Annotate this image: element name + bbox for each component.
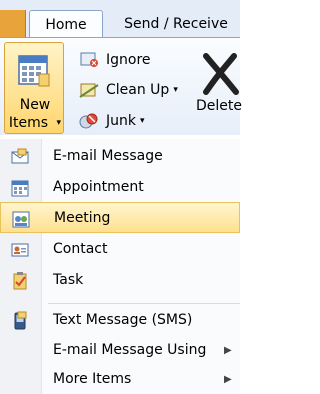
junk-icon — [79, 113, 98, 129]
email-message-icon — [11, 148, 29, 164]
ignore-label: Ignore — [106, 52, 151, 68]
clean-up-label: Clean Up ▾ — [106, 82, 178, 98]
chevron-down-icon: ▾ — [56, 118, 62, 128]
menu-item-email-message-using[interactable]: E-mail Message Using ▶ — [0, 335, 240, 366]
menu-item-label: Contact — [53, 241, 108, 257]
new-items-label-line1: New — [19, 97, 51, 113]
menu-separator — [48, 303, 240, 304]
menu-item-label: Text Message (SMS) — [53, 312, 193, 328]
menu-item-text-message[interactable]: Text Message (SMS) — [0, 305, 240, 336]
tab-home[interactable]: Home — [29, 10, 103, 38]
chevron-down-icon: ▾ — [139, 116, 145, 126]
meeting-icon — [12, 211, 30, 228]
new-items-menu: E-mail Message Appointment Meeting Conta… — [0, 139, 240, 394]
new-items-label-line2: Items ▾ — [8, 115, 62, 131]
new-items-calendar-icon — [18, 55, 50, 87]
chevron-down-icon: ▾ — [173, 85, 178, 95]
appointment-calendar-icon — [11, 180, 29, 197]
submenu-arrow-icon: ▶ — [224, 345, 232, 356]
ribbon: Home Send / Receive New Items ▾ Ignore C… — [0, 0, 242, 135]
menu-item-meeting[interactable]: Meeting — [0, 202, 240, 233]
task-clipboard-icon — [13, 272, 27, 290]
menu-item-task[interactable]: Task — [0, 265, 240, 296]
clean-up-icon — [79, 83, 99, 98]
delete-x-icon[interactable] — [200, 52, 240, 96]
contact-card-icon — [11, 243, 29, 257]
tab-send-receive[interactable]: Send / Receive — [112, 10, 240, 38]
menu-item-label: E-mail Message — [53, 148, 163, 164]
ignore-icon — [80, 52, 98, 67]
submenu-arrow-icon: ▶ — [224, 374, 232, 385]
menu-item-contact[interactable]: Contact — [0, 234, 240, 265]
junk-label: Junk ▾ — [106, 113, 145, 129]
menu-item-label: Meeting — [54, 210, 111, 226]
new-items-button[interactable]: New Items ▾ — [4, 42, 64, 134]
file-tab[interactable] — [0, 10, 26, 38]
sms-phone-icon — [14, 311, 27, 330]
menu-item-label: E-mail Message Using — [53, 342, 207, 358]
menu-item-email-message[interactable]: E-mail Message — [0, 141, 240, 172]
menu-item-appointment[interactable]: Appointment — [0, 172, 240, 203]
menu-item-label: Appointment — [53, 179, 144, 195]
menu-item-more-items[interactable]: More Items ▶ — [0, 364, 240, 394]
menu-item-label: More Items — [53, 371, 132, 387]
ribbon-tabs: Home Send / Receive — [0, 10, 240, 38]
menu-item-label: Task — [53, 272, 84, 288]
delete-button-label[interactable]: Delete — [196, 98, 242, 114]
